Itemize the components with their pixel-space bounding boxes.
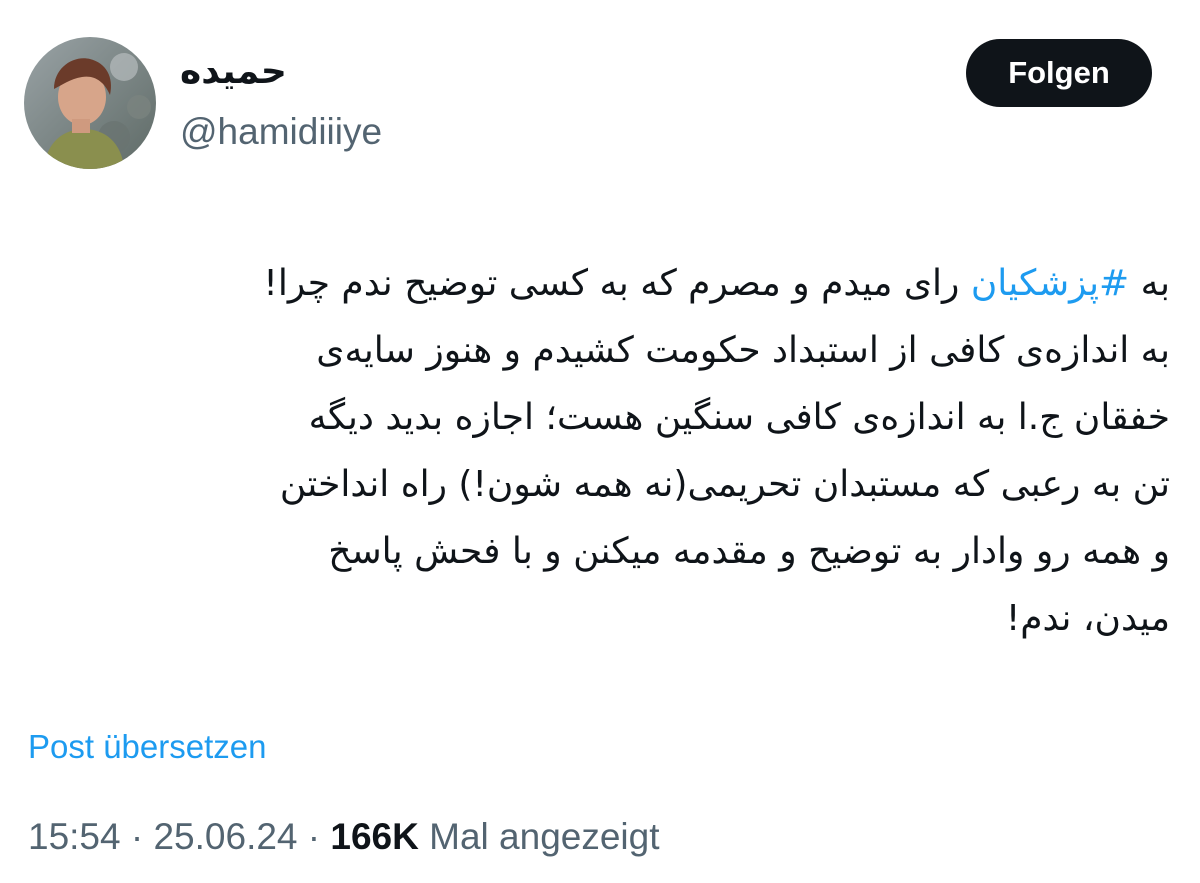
follow-button[interactable]: Folgen xyxy=(966,39,1152,107)
views-label: Mal angezeigt xyxy=(429,816,660,857)
tweet-line: و همه رو وادار به توضیح و مقدمه میکنن و … xyxy=(328,531,1170,572)
avatar[interactable] xyxy=(24,37,156,169)
tweet-line: تن به رعبی که مستبدان تحریمی(نه همه شون!… xyxy=(279,464,1170,505)
post-date[interactable]: 25.06.24 xyxy=(153,816,297,857)
tweet-line: خفقان ج.ا به اندازه‌ی کافی سنگین هست؛ اج… xyxy=(308,397,1170,438)
tweet-meta: 15:54 · 25.06.24 · 166K Mal angezeigt xyxy=(28,812,660,862)
post-time[interactable]: 15:54 xyxy=(28,816,121,857)
tweet-line: به اندازه‌ی کافی از استبداد حکومت کشیدم … xyxy=(316,330,1170,371)
hashtag-link[interactable]: #پزشکیان xyxy=(971,263,1129,304)
avatar-image xyxy=(24,37,156,169)
tweet-text-segment: به xyxy=(1129,263,1170,304)
views-count: 166K xyxy=(330,816,419,857)
meta-separator: · xyxy=(130,816,144,857)
meta-separator: · xyxy=(307,816,321,857)
author-display-name[interactable]: حمیده xyxy=(180,48,287,96)
tweet-line: به #پزشکیان رای میدم و مصرم که به کسی تو… xyxy=(20,250,1170,317)
tweet-text: به #پزشکیان رای میدم و مصرم که به کسی تو… xyxy=(20,250,1170,652)
tweet-line: میدن، ندم! xyxy=(1005,598,1170,639)
tweet-text-segment: رای میدم و مصرم که به کسی توضیح ندم چرا! xyxy=(263,263,971,304)
author-handle[interactable]: @hamidiiiye xyxy=(180,108,382,156)
translate-post-link[interactable]: Post übersetzen xyxy=(28,724,266,770)
tweet-card: حمیده @hamidiiiye Folgen به #پزشکیان رای… xyxy=(0,0,1200,883)
